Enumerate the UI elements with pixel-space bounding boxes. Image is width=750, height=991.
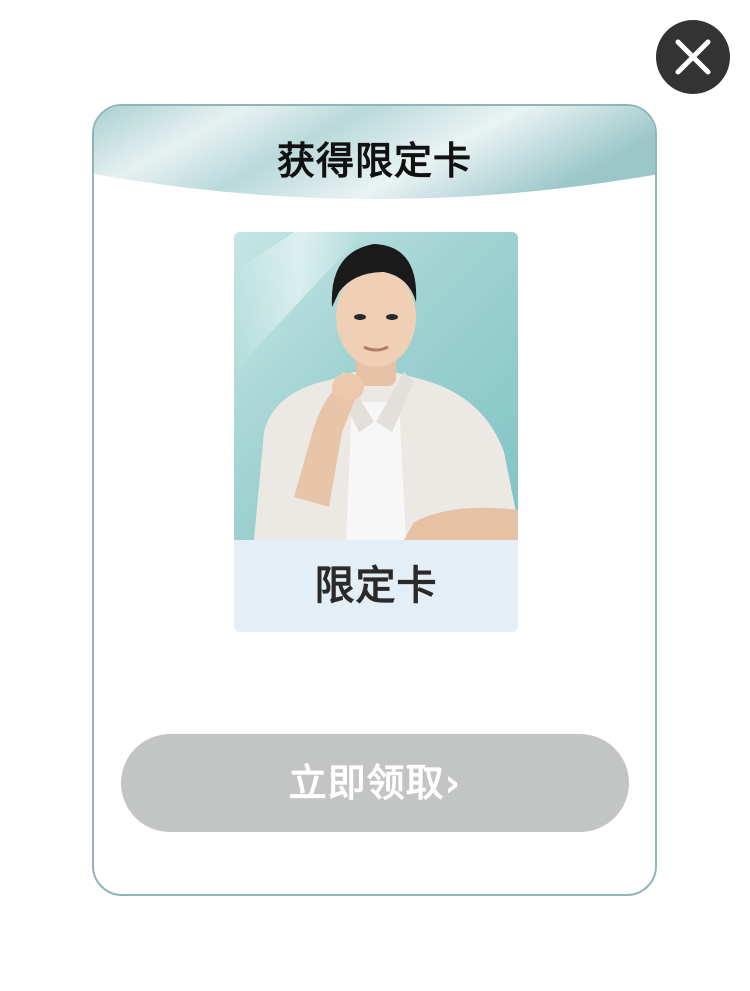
claim-button-label: 立即领取 [288, 761, 445, 805]
card-label: 限定卡 [314, 563, 438, 609]
chevron-right-icon: › [444, 761, 462, 805]
limited-card[interactable]: 限定卡 [234, 232, 518, 632]
modal-header: 获得限定卡 [94, 106, 655, 206]
close-button[interactable] [656, 20, 730, 94]
close-icon [675, 39, 711, 75]
card-photo [234, 232, 518, 540]
claim-now-button[interactable]: 立即领取› [121, 734, 629, 832]
modal-title: 获得限定卡 [276, 139, 472, 183]
limited-card-modal: 获得限定卡 限定卡 立即领取› [92, 104, 657, 896]
